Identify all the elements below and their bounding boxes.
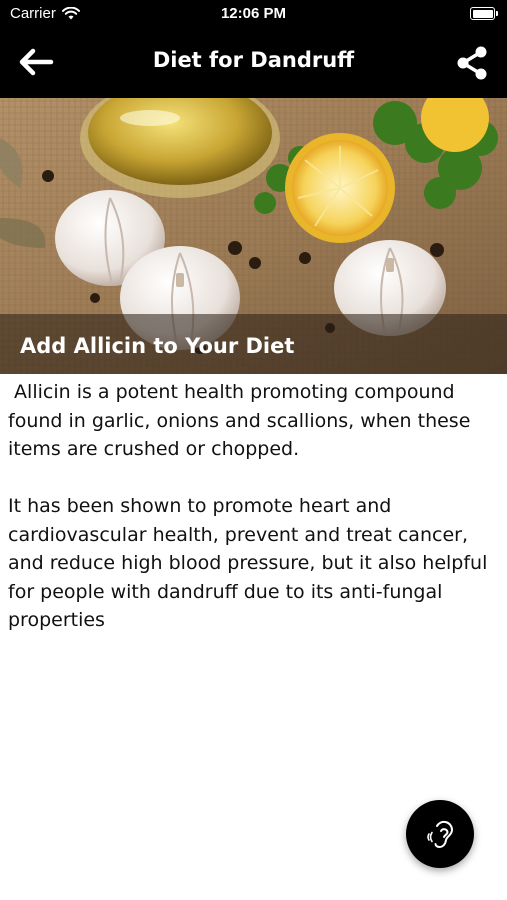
share-icon [457,46,487,80]
status-time: 12:06 PM [220,5,287,22]
battery-nub [496,11,498,16]
nav-bar: Diet for Dandruff [0,28,507,98]
battery-icon [470,7,498,20]
share-button[interactable] [451,42,493,84]
hero-image: Add Allicin to Your Diet [0,98,507,374]
back-button[interactable] [14,42,58,82]
listen-button[interactable] [406,800,474,868]
page-title: Diet for Dandruff [152,48,355,72]
article-paragraph: Allicin is a potent health promoting com… [8,381,477,460]
battery-fill [472,9,493,18]
arrow-left-icon [19,48,54,76]
ear-listen-icon [427,820,454,849]
status-bar: Carrier 12:06 PM [0,0,507,28]
article-body: Allicin is a potent health promoting com… [8,378,495,663]
hero-caption: Add Allicin to Your Diet [20,334,295,358]
article-paragraph: It has been shown to promote heart and c… [8,495,488,631]
